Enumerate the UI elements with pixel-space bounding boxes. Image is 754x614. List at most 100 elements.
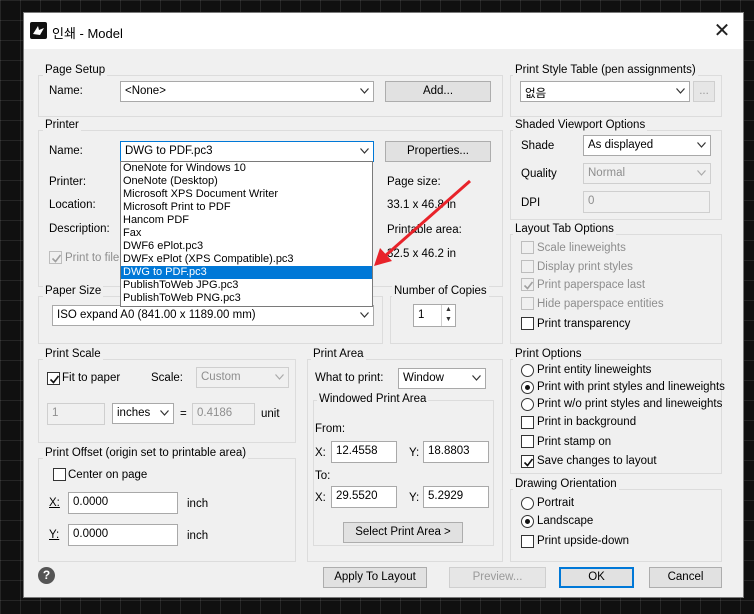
fit-to-paper-checkbox[interactable] [47, 372, 60, 385]
quality-label: Quality [521, 168, 557, 180]
printer-name-select[interactable]: DWG to PDF.pc3 [120, 141, 374, 162]
title-bar: 인쇄 - Model ✕ [24, 13, 743, 49]
cancel-button[interactable]: Cancel [649, 567, 722, 588]
printer-name-label: Name: [49, 145, 83, 157]
fit-to-paper-label: Fit to paper [62, 372, 121, 384]
print-paperspace-last-label: Print paperspace last [537, 279, 646, 291]
offset-x-label: X: [49, 497, 60, 509]
scale-lineweights-label: Scale lineweights [537, 242, 626, 254]
printable-area-label: Printable area: [387, 224, 462, 236]
close-icon[interactable]: ✕ [707, 17, 737, 45]
copies-value: 1 [418, 309, 425, 321]
printer-printer-label: Printer: [49, 176, 87, 188]
scale-lineweights-checkbox[interactable] [521, 241, 534, 254]
copies-label: Number of Copies [392, 285, 489, 297]
printer-dropdown-item[interactable]: PublishToWeb JPG.pc3 [121, 279, 372, 292]
printer-dropdown-item[interactable]: Microsoft XPS Document Writer [121, 188, 372, 201]
display-print-styles-checkbox[interactable] [521, 260, 534, 273]
to-y-input[interactable]: 5.2929 [423, 486, 489, 508]
print-in-background-checkbox[interactable] [521, 416, 534, 429]
print-style-table-select[interactable]: 없음 [520, 81, 690, 102]
save-changes-label: Save changes to layout [537, 455, 657, 467]
printer-dropdown-item[interactable]: Hancom PDF [121, 214, 372, 227]
chevron-down-icon [160, 410, 169, 416]
from-x-label: X: [315, 447, 326, 459]
page-setup-name-select[interactable]: <None> [120, 81, 374, 102]
offset-x-unit: inch [187, 498, 209, 510]
offset-y-input[interactable]: 0.0000 [68, 524, 178, 546]
print-transparency-checkbox[interactable] [521, 317, 534, 330]
center-on-page-checkbox[interactable] [53, 468, 66, 481]
properties-button[interactable]: Properties... [385, 141, 491, 162]
center-on-page-label: Center on page [68, 469, 148, 481]
print-with-styles-radio[interactable] [521, 381, 534, 394]
hide-paperspace-entities-checkbox[interactable] [521, 297, 534, 310]
scale-units-select[interactable]: inches [112, 403, 174, 424]
from-x-input[interactable]: 12.4558 [331, 441, 397, 463]
from-label: From: [315, 423, 346, 435]
print-style-table-label: Print Style Table (pen assignments) [513, 64, 698, 76]
help-icon[interactable]: ? [38, 567, 55, 584]
print-upside-down-checkbox[interactable] [521, 535, 534, 548]
dpi-input[interactable]: 0 [583, 191, 710, 213]
window-title: 인쇄 - Model [52, 26, 123, 41]
printer-dropdown-item[interactable]: DWF6 ePlot.pc3 [121, 240, 372, 253]
paper-size-select[interactable]: ISO expand A0 (841.00 x 1189.00 mm) [52, 305, 374, 326]
preview-button[interactable]: Preview... [449, 567, 546, 588]
printer-dropdown-item[interactable]: DWFx ePlot (XPS Compatible).pc3 [121, 253, 372, 266]
checkmark-icon [523, 281, 534, 290]
shade-select[interactable]: As displayed [583, 135, 711, 156]
print-entity-lineweights-radio[interactable] [521, 364, 534, 377]
scale-select[interactable]: Custom [196, 367, 289, 388]
from-y-input[interactable]: 18.8803 [423, 441, 489, 463]
ok-button[interactable]: OK [559, 567, 634, 588]
print-to-file-checkbox[interactable] [49, 251, 62, 264]
print-to-file-label: Print to file [65, 252, 120, 264]
printer-name-value: DWG to PDF.pc3 [125, 145, 213, 157]
print-without-styles-radio[interactable] [521, 398, 534, 411]
scale-label: Scale: [151, 372, 183, 384]
to-y-label: Y: [409, 492, 420, 504]
portrait-radio[interactable] [521, 497, 534, 510]
printer-dropdown-item[interactable]: DWG to PDF.pc3 [121, 266, 372, 279]
add-button[interactable]: Add... [385, 81, 491, 102]
checkmark-icon [51, 254, 62, 263]
quality-select[interactable]: Normal [583, 163, 711, 184]
app-icon [30, 22, 47, 39]
equals-sign: = [180, 408, 187, 420]
print-without-styles-label: Print w/o print styles and lineweights [537, 398, 723, 410]
save-changes-checkbox[interactable] [521, 455, 534, 468]
select-print-area-button[interactable]: Select Print Area > [343, 522, 463, 543]
display-print-styles-label: Display print styles [537, 261, 633, 273]
printer-dropdown-item[interactable]: OneNote for Windows 10 [121, 162, 372, 175]
shade-value: As displayed [588, 139, 654, 151]
chevron-down-icon [697, 170, 706, 176]
edit-style-button[interactable]: ... [693, 81, 715, 102]
hide-paperspace-entities-label: Hide paperspace entities [537, 298, 664, 310]
spin-down-icon[interactable]: ▼ [442, 315, 455, 325]
to-x-input[interactable]: 29.5520 [331, 486, 397, 508]
offset-y-label: Y: [49, 529, 60, 541]
print-stamp-on-checkbox[interactable] [521, 435, 534, 448]
offset-x-input[interactable]: 0.0000 [68, 492, 178, 514]
apply-to-layout-button[interactable]: Apply To Layout [323, 567, 427, 588]
print-paperspace-last-checkbox[interactable] [521, 278, 534, 291]
paper-size-value: ISO expand A0 (841.00 x 1189.00 mm) [57, 309, 256, 321]
landscape-radio[interactable] [521, 515, 534, 528]
copies-stepper[interactable]: 1 ▲ ▼ [413, 304, 456, 327]
scale-value1-input[interactable]: 1 [47, 403, 105, 425]
copies-spin-buttons[interactable]: ▲ ▼ [441, 305, 455, 326]
scale-value2-input[interactable]: 0.4186 [192, 403, 255, 425]
page-size-label: Page size: [387, 176, 441, 188]
printer-dropdown-item[interactable]: Microsoft Print to PDF [121, 201, 372, 214]
printer-dropdown-item[interactable]: Fax [121, 227, 372, 240]
what-to-print-select[interactable]: Window [398, 368, 486, 389]
page-setup-label: Page Setup [43, 64, 108, 76]
chevron-down-icon [472, 375, 481, 381]
spin-up-icon[interactable]: ▲ [442, 305, 455, 315]
printer-dropdown-item[interactable]: OneNote (Desktop) [121, 175, 372, 188]
printable-area-value: 32.5 x 46.2 in [387, 248, 457, 260]
printer-dropdown-item[interactable]: PublishToWeb PNG.pc3 [121, 292, 372, 305]
chevron-down-icon [360, 312, 369, 318]
printer-dropdown-list[interactable]: OneNote for Windows 10 OneNote (Desktop) M… [120, 161, 373, 307]
